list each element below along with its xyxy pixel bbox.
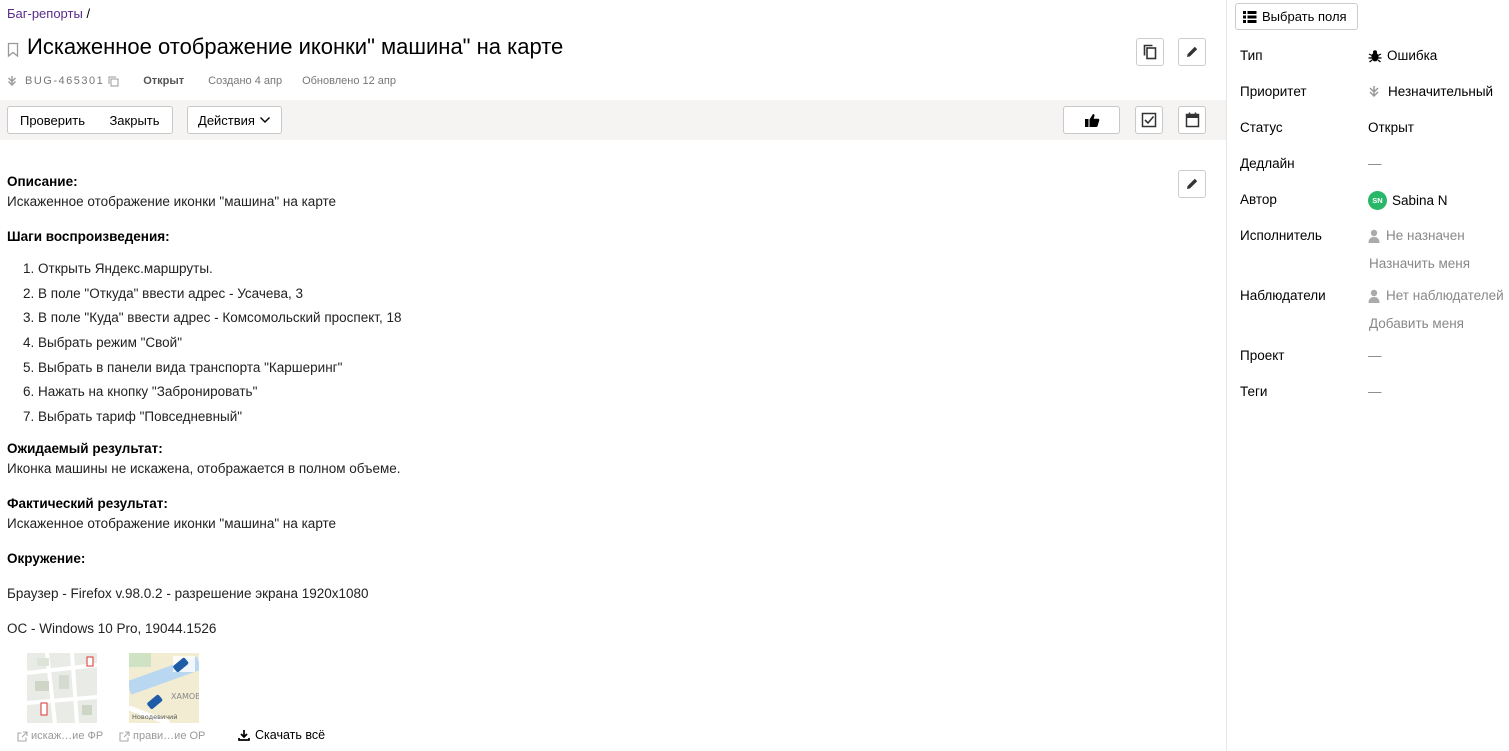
- priority-value: Незначительный: [1388, 84, 1494, 99]
- field-value-watchers[interactable]: Нет наблюдателей: [1368, 288, 1504, 303]
- select-fields-button[interactable]: Выбрать поля: [1235, 3, 1358, 30]
- copy-key-icon[interactable]: [108, 76, 119, 87]
- issue-description: Описание: Искаженное отображение иконки …: [7, 172, 1167, 639]
- actions-label: Действия: [198, 112, 255, 128]
- list-item: 2. В поле "Откуда" ввести адрес - Усачев…: [23, 285, 303, 301]
- breadcrumb: Баг-репорты /: [7, 6, 90, 21]
- created-date: Создано 4 апр: [208, 75, 283, 87]
- tags-value[interactable]: —: [1368, 384, 1382, 399]
- steps-list: 1. Открыть Яндекс.маршруты. 2. В поле "О…: [23, 257, 1167, 430]
- checkbox-icon: [1141, 112, 1157, 128]
- like-button[interactable]: [1063, 106, 1120, 134]
- calendar-button[interactable]: [1178, 106, 1206, 134]
- list-item: 3. В поле "Куда" ввести адрес - Комсомол…: [23, 310, 402, 326]
- attachment-caption[interactable]: искаж…ие ФР: [17, 730, 103, 742]
- pencil-icon: [1187, 178, 1198, 189]
- environment-os: ОС - Windows 10 Pro, 19044.1526: [7, 620, 217, 636]
- attachment-filename: прави…ие ОР: [133, 730, 206, 742]
- map-label-place: Новодевичий: [132, 713, 178, 721]
- check-button[interactable]: Проверить: [7, 106, 98, 134]
- priority-low-icon: [1369, 86, 1379, 98]
- updated-date: Обновлено 12 апр: [302, 75, 396, 87]
- description-heading: Описание:: [7, 174, 78, 189]
- attachment-thumbnail[interactable]: [27, 653, 97, 723]
- bug-icon: [1368, 49, 1382, 62]
- steps-heading: Шаги воспроизведения:: [7, 229, 170, 244]
- field-value-type[interactable]: Ошибка: [1368, 48, 1437, 63]
- copy-issue-button[interactable]: [1136, 38, 1164, 66]
- external-link-icon: [17, 730, 28, 742]
- issue-main: Баг-репорты / Искаженное отображение ико…: [0, 0, 1226, 751]
- chevron-down-icon: [259, 117, 270, 123]
- assign-me-link[interactable]: Назначить меня: [1369, 256, 1470, 271]
- pencil-icon: [1187, 46, 1198, 57]
- list-item: 1. Открыть Яндекс.маршруты.: [23, 261, 213, 276]
- actual-heading: Фактический результат:: [7, 495, 168, 511]
- list-item: 7. Выбрать тариф "Повседневный": [23, 409, 243, 425]
- list-item: 6. Нажать на кнопку "Забронировать": [23, 384, 258, 400]
- edit-issue-button[interactable]: [1178, 38, 1206, 66]
- list-item: 5. Выбрать в панели вида транспорта "Кар…: [23, 359, 343, 375]
- deadline-value[interactable]: —: [1368, 156, 1382, 171]
- field-value-assignee[interactable]: Не назначен: [1368, 228, 1465, 243]
- actions-dropdown[interactable]: Действия: [187, 106, 282, 134]
- field-label-deadline: Дедлайн: [1240, 156, 1295, 171]
- priority-low-icon: [8, 76, 16, 86]
- download-all-label: Скачать всё: [255, 728, 326, 742]
- attachment-thumbnail[interactable]: ХАМОВ Новодевичий: [129, 653, 199, 723]
- download-icon: [238, 730, 250, 741]
- checklist-button[interactable]: [1135, 106, 1163, 134]
- description-text: Искаженное отображение иконки "машина" н…: [7, 194, 337, 209]
- close-button[interactable]: Закрыть: [97, 106, 173, 134]
- field-label-type: Тип: [1240, 48, 1263, 63]
- author-name: Sabina N: [1392, 193, 1448, 208]
- avatar: SN: [1368, 191, 1387, 210]
- environment-heading: Окружение:: [7, 550, 86, 566]
- expected-heading: Ожидаемый результат:: [7, 440, 163, 456]
- issue-meta: BUG-465301 Открыт Создано 4 апр Обновлен…: [7, 75, 396, 87]
- environment-browser: Браузер - Firefox v.98.0.2 - разрешение …: [7, 585, 369, 601]
- page-title: Искаженное отображение иконки" машина" н…: [27, 34, 564, 59]
- bookmark-icon[interactable]: [7, 42, 19, 58]
- status-badge: Открыт: [143, 75, 185, 87]
- fields-list-icon: [1243, 10, 1257, 23]
- field-label-priority: Приоритет: [1240, 84, 1307, 99]
- field-value-author[interactable]: SN Sabina N: [1368, 191, 1448, 210]
- copy-icon: [1143, 44, 1157, 60]
- issue-key: BUG-465301: [25, 75, 105, 87]
- field-label-status: Статус: [1240, 120, 1283, 135]
- attachment-filename: искаж…ие ФР: [31, 730, 104, 742]
- assignee-value: Не назначен: [1386, 228, 1465, 243]
- thumbs-up-icon: [1084, 113, 1099, 127]
- edit-description-button[interactable]: [1178, 170, 1206, 198]
- add-me-link[interactable]: Добавить меня: [1369, 316, 1464, 331]
- field-label-assignee: Исполнитель: [1240, 228, 1322, 243]
- field-label-project: Проект: [1240, 348, 1285, 363]
- breadcrumb-link-bug-reports[interactable]: Баг-репорты: [7, 6, 83, 21]
- watchers-value: Нет наблюдателей: [1386, 288, 1504, 303]
- external-link-icon: [119, 730, 130, 742]
- type-value: Ошибка: [1387, 48, 1438, 63]
- issue-toolbar: Проверить Закрыть Действия: [0, 100, 1226, 140]
- user-icon: [1368, 229, 1380, 243]
- field-label-author: Автор: [1240, 192, 1277, 207]
- list-item: 4. Выбрать режим "Свой": [23, 335, 183, 351]
- attachment-caption[interactable]: прави…ие ОР: [119, 730, 205, 742]
- field-label-tags: Теги: [1240, 384, 1268, 399]
- select-fields-label: Выбрать поля: [1262, 9, 1347, 24]
- issue-sidebar: Выбрать поля Тип Ошибка Приоритет Незнач…: [1226, 0, 1509, 751]
- expected-text: Иконка машины не искажена, отображается …: [7, 460, 401, 476]
- user-icon: [1368, 289, 1380, 303]
- map-label-district: ХАМОВ: [171, 692, 199, 701]
- breadcrumb-separator: /: [86, 6, 91, 21]
- actual-text: Искаженное отображение иконки "машина" н…: [7, 515, 337, 531]
- title-row: Искаженное отображение иконки" машина" н…: [7, 34, 563, 60]
- field-value-priority[interactable]: Незначительный: [1368, 84, 1493, 99]
- project-value[interactable]: —: [1368, 348, 1382, 363]
- status-value[interactable]: Открыт: [1368, 120, 1414, 135]
- calendar-icon: [1185, 112, 1199, 128]
- field-label-watchers: Наблюдатели: [1240, 288, 1326, 303]
- download-all-button[interactable]: Скачать всё: [238, 728, 325, 742]
